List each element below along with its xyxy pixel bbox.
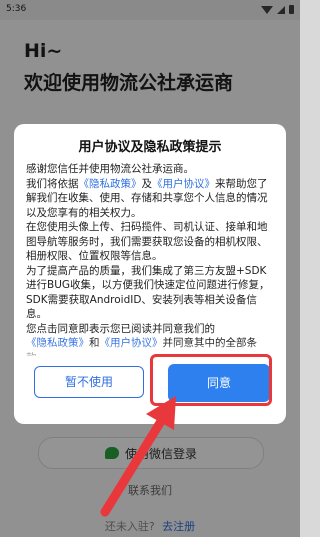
pointer-arrow-icon [100,396,176,517]
